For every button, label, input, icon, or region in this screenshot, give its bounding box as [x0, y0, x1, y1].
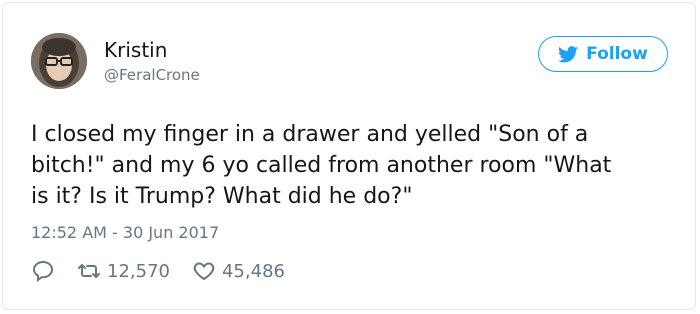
avatar-image	[31, 33, 87, 89]
user-handle[interactable]: @FeralCrone	[104, 66, 200, 84]
like-icon	[193, 262, 215, 281]
twitter-bird-icon	[558, 45, 579, 62]
avatar[interactable]	[31, 33, 87, 89]
reply-icon	[32, 260, 54, 283]
retweet-icon	[78, 264, 100, 278]
user-name[interactable]: Kristin	[104, 38, 167, 62]
tweet-card: Kristin @FeralCrone Follow I closed my f…	[2, 2, 696, 310]
reply-button[interactable]	[31, 259, 55, 283]
tweet-text: I closed my finger in a drawer and yelle…	[31, 122, 612, 209]
retweet-button[interactable]: 12,570	[77, 259, 170, 283]
follow-button[interactable]: Follow	[538, 36, 668, 72]
timestamp[interactable]: 12:52 AM - 30 Jun 2017	[31, 223, 219, 242]
retweet-count: 12,570	[107, 260, 170, 282]
tweet-actions: 12,570 45,486	[31, 259, 285, 283]
like-button[interactable]: 45,486	[192, 259, 285, 283]
follow-label: Follow	[586, 44, 648, 64]
like-count: 45,486	[221, 260, 285, 282]
